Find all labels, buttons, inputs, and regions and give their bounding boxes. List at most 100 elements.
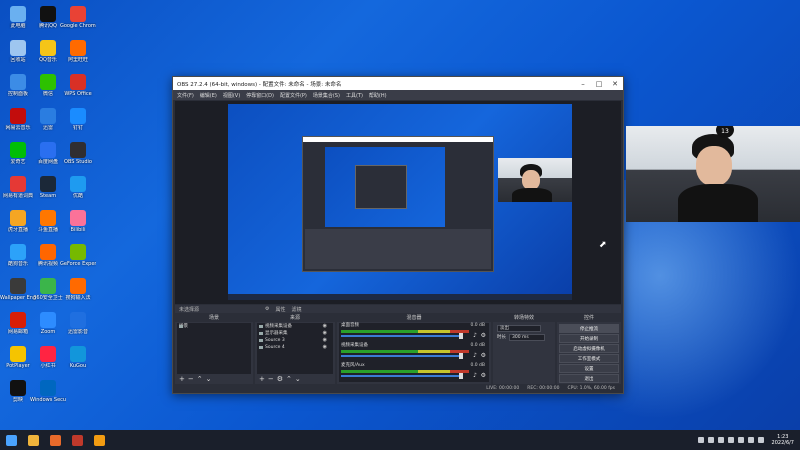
transition-select[interactable]: 淡出 — [495, 324, 553, 333]
volume-slider-handle[interactable] — [459, 373, 463, 379]
volume-slider-handle[interactable] — [459, 353, 463, 359]
track-db: 0.0 dB — [470, 363, 485, 368]
desktop-icon-label: WPS Office — [64, 91, 92, 97]
speaker-icon[interactable]: ♪ — [473, 332, 477, 339]
add-icon[interactable]: + — [179, 375, 188, 383]
eye-icon[interactable]: ◉ — [323, 344, 327, 351]
mixer-header: 混音器 — [337, 314, 491, 322]
menu-item[interactable]: 编辑(E) — [200, 92, 217, 99]
down-icon[interactable]: ⌄ — [206, 375, 215, 383]
add-icon[interactable]: + — [259, 375, 268, 383]
gear-icon[interactable]: ⚙ — [481, 352, 486, 359]
controls-dock: 控件 停止推流 开始录制 启动虚拟摄像机 工作室模式 设置 退出 — [557, 314, 621, 384]
control-button[interactable]: 工作室模式 — [559, 354, 619, 363]
obs-preview[interactable] — [175, 101, 621, 304]
source-item[interactable]: Source 4 ◉ — [257, 344, 333, 351]
app-icon — [10, 278, 26, 294]
ime-icon[interactable] — [757, 437, 764, 443]
app-icon — [70, 312, 86, 328]
app-icon — [40, 210, 56, 226]
network-icon[interactable] — [737, 437, 744, 443]
desktop-icon-label: GeForce Experience — [60, 261, 96, 267]
volume-slider[interactable] — [341, 355, 461, 357]
remove-icon[interactable]: − — [268, 375, 277, 383]
speaker-icon[interactable]: ♪ — [473, 352, 477, 359]
desktop-icon[interactable]: Windows Security — [30, 378, 66, 418]
app-icon — [10, 210, 26, 226]
app-icon — [40, 176, 56, 192]
start-icon — [5, 434, 17, 446]
taskbar-app-file-explorer[interactable] — [22, 430, 44, 450]
desktop-icon-label: 钉钉 — [72, 125, 83, 131]
desktop-icon-label: 搜狗输入法 — [65, 295, 91, 301]
transitions-header: 转场特效 — [493, 314, 555, 322]
gear-icon[interactable]: ⚙ — [265, 306, 269, 312]
tray-icon[interactable] — [717, 437, 724, 443]
duration-input[interactable]: 300 ms — [509, 334, 545, 341]
menu-item[interactable]: 文件(F) — [177, 92, 194, 99]
close-icon[interactable]: ✕ — [607, 80, 623, 88]
app-icon — [10, 40, 26, 56]
preview-desktop-capture — [228, 104, 572, 300]
volume-slider[interactable] — [341, 335, 461, 337]
tray-icon[interactable] — [727, 437, 734, 443]
menu-item[interactable]: 视图(V) — [223, 92, 240, 99]
volume-slider-handle[interactable] — [459, 333, 463, 339]
volume-slider[interactable] — [341, 375, 461, 377]
app-icon — [70, 6, 86, 22]
menu-item[interactable]: 场景集合(S) — [313, 92, 340, 99]
obs-titlebar[interactable]: OBS 27.2.4 (64-bit, windows) - 配置文件: 未命名… — [173, 77, 623, 90]
minimize-icon[interactable]: – — [575, 80, 591, 88]
control-button[interactable]: 开始录制 — [559, 334, 619, 343]
gear-icon[interactable]: ⚙ — [277, 375, 286, 383]
gear-icon[interactable]: ⚙ — [481, 332, 486, 339]
scenes-dock: 场景 场景 +−⌃⌄ — [175, 314, 253, 384]
control-button[interactable]: 设置 — [559, 364, 619, 373]
obs-statusbar: LIVE: 00:00:00 REC: 00:00:00 CPU: 1.0%, … — [175, 384, 621, 392]
control-button[interactable]: 退出 — [559, 374, 619, 383]
menu-item[interactable]: 停靠窗口(D) — [246, 92, 274, 99]
remove-icon[interactable]: − — [188, 375, 197, 383]
sources-dock: 来源 视频采集设备 ◉ 显示器采集 ◉ Source 3 ◉ Source 4 ◉ +−⚙⌃⌄ — [255, 314, 335, 384]
taskbar-clock[interactable]: 1:23 2022/6/7 — [772, 434, 794, 446]
up-icon[interactable]: ⌃ — [197, 375, 206, 383]
tray-icon[interactable] — [707, 437, 714, 443]
scenes-toolbar: +−⌃⌄ — [177, 375, 251, 383]
maximize-icon[interactable]: □ — [591, 80, 607, 88]
eye-icon[interactable]: ◉ — [323, 323, 327, 330]
eye-icon[interactable]: ◉ — [323, 337, 327, 344]
app-icon — [70, 176, 86, 192]
taskbar-app-start[interactable] — [0, 430, 22, 450]
scene-item[interactable]: 场景 — [177, 323, 251, 330]
source-item[interactable]: 视频采集设备 ◉ — [257, 323, 333, 330]
rec-status: REC: 00:00:00 — [527, 385, 560, 391]
volume-meter — [341, 350, 469, 353]
up-icon[interactable]: ⌃ — [286, 375, 295, 383]
sources-header: 来源 — [255, 314, 335, 322]
eye-icon[interactable]: ◉ — [323, 330, 327, 337]
no-source-label: 未选择源 — [179, 306, 200, 313]
taskbar-app-app-yellow[interactable] — [88, 430, 110, 450]
preview-taskbar — [228, 294, 572, 300]
menu-item[interactable]: 配置文件(P) — [280, 92, 307, 99]
obs-window: OBS 27.2.4 (64-bit, windows) - 配置文件: 未命名… — [172, 76, 624, 394]
desktop-icon-label: Windows Security — [30, 397, 66, 403]
gear-icon[interactable]: ⚙ — [481, 372, 486, 379]
duration-label: 时长 — [497, 335, 506, 340]
filters-button[interactable]: 滤镜 — [292, 306, 302, 313]
app-icon — [10, 6, 26, 22]
tray-icon[interactable] — [697, 437, 704, 443]
taskbar-app-app-orange[interactable] — [44, 430, 66, 450]
source-item[interactable]: 显示器采集 ◉ — [257, 330, 333, 337]
properties-button[interactable]: 属性 — [276, 306, 286, 313]
volume-icon[interactable] — [747, 437, 754, 443]
source-item[interactable]: Source 3 ◉ — [257, 337, 333, 344]
speaker-icon[interactable]: ♪ — [473, 372, 477, 379]
menu-item[interactable]: 工具(T) — [346, 92, 363, 99]
app-icon — [70, 278, 86, 294]
down-icon[interactable]: ⌄ — [295, 375, 304, 383]
taskbar-app-obs[interactable] — [66, 430, 88, 450]
control-button[interactable]: 停止推流 — [559, 324, 619, 333]
control-button[interactable]: 启动虚拟摄像机 — [559, 344, 619, 353]
menu-item[interactable]: 帮助(H) — [369, 92, 387, 99]
